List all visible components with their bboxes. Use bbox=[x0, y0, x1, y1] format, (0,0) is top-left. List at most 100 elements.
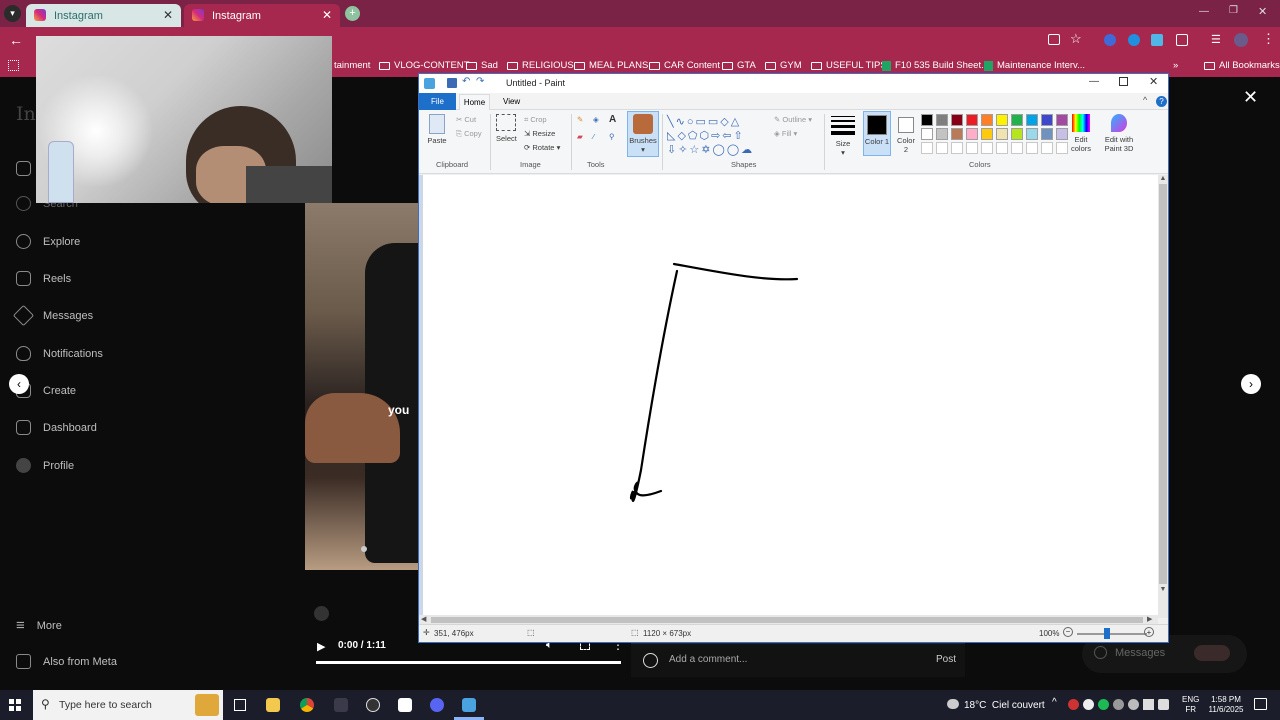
color1-button[interactable]: Color 1 bbox=[863, 111, 891, 156]
palette-swatch[interactable] bbox=[996, 128, 1008, 140]
palette-swatch[interactable] bbox=[966, 142, 978, 154]
shapes-gallery[interactable]: ╲∿○▭▭◇△ ◺◇⬠⬡⇨⇦⇧ ⇩✧☆✡◯◯☁ bbox=[667, 115, 765, 157]
magnifier-tool-icon[interactable]: ⚲ bbox=[609, 132, 615, 141]
bookmark-item[interactable]: GTA bbox=[722, 60, 756, 71]
install-app-icon[interactable] bbox=[1048, 34, 1060, 45]
play-button-icon[interactable]: ▶ bbox=[317, 640, 325, 653]
drawing-canvas[interactable] bbox=[423, 175, 1158, 618]
post-comment-button[interactable]: Post bbox=[936, 654, 956, 665]
nav-home[interactable] bbox=[16, 161, 31, 176]
app-icon[interactable] bbox=[334, 698, 348, 712]
palette-swatch[interactable] bbox=[1056, 114, 1068, 126]
palette-swatch[interactable] bbox=[1041, 142, 1053, 154]
bookmark-item[interactable]: Sad bbox=[466, 60, 498, 71]
fill-button[interactable]: ◈ Fill ▾ bbox=[774, 129, 797, 138]
nav-also-from-meta[interactable]: Also from Meta bbox=[16, 654, 117, 669]
tab-home[interactable]: Home bbox=[459, 94, 490, 110]
palette-swatch[interactable] bbox=[951, 128, 963, 140]
all-bookmarks[interactable]: All Bookmarks bbox=[1204, 60, 1280, 71]
fill-tool-icon[interactable]: ◈ bbox=[593, 115, 599, 124]
paste-button[interactable]: Paste bbox=[427, 114, 447, 158]
weather-text[interactable]: 18°C Ciel couvert bbox=[964, 700, 1045, 711]
palette-swatch[interactable] bbox=[981, 142, 993, 154]
vertical-scrollbar[interactable]: ▲ ▼ bbox=[1158, 175, 1168, 618]
bookmark-item[interactable]: MEAL PLANS bbox=[574, 60, 648, 71]
palette-swatch[interactable] bbox=[1041, 128, 1053, 140]
bookmark-item[interactable]: GYM bbox=[765, 60, 802, 71]
back-arrow-icon[interactable]: ← bbox=[9, 32, 23, 48]
close-tab-icon[interactable]: ✕ bbox=[163, 8, 173, 22]
zoom-in-icon[interactable]: + bbox=[1144, 627, 1154, 637]
tab-instagram-1[interactable]: Instagram ✕ bbox=[26, 4, 181, 27]
input-language[interactable]: ENG FR bbox=[1182, 695, 1199, 715]
rotate-button[interactable]: ⟳ Rotate ▾ bbox=[524, 143, 560, 152]
task-view-icon[interactable] bbox=[234, 699, 246, 711]
scroll-left-icon[interactable]: ◀ bbox=[421, 615, 426, 623]
resize-button[interactable]: ⇲ Resize bbox=[524, 129, 555, 138]
edit-colors-button[interactable]: Edit colors bbox=[1069, 114, 1093, 153]
bookmark-item[interactable]: tainment bbox=[334, 60, 370, 71]
palette-swatch[interactable] bbox=[921, 114, 933, 126]
palette-swatch[interactable] bbox=[1011, 128, 1023, 140]
color-picker-tool-icon[interactable]: ⁄ bbox=[593, 132, 594, 141]
tab-search-button[interactable]: ▾ bbox=[4, 5, 21, 22]
palette-swatch[interactable] bbox=[981, 114, 993, 126]
comment-input[interactable]: Add a comment... bbox=[669, 654, 747, 665]
palette-swatch[interactable] bbox=[951, 142, 963, 154]
new-tab-button[interactable]: + bbox=[345, 6, 360, 21]
palette-swatch[interactable] bbox=[936, 142, 948, 154]
profile-avatar[interactable] bbox=[1234, 33, 1248, 47]
tab-view[interactable]: View bbox=[503, 97, 520, 106]
brushes-button[interactable]: Brushes ▾ bbox=[627, 111, 659, 157]
close-post-icon[interactable]: ✕ bbox=[1243, 87, 1258, 108]
notification-center-icon[interactable] bbox=[1254, 698, 1267, 710]
discord-icon[interactable] bbox=[430, 698, 444, 712]
paint-minimize-icon[interactable]: — bbox=[1089, 76, 1099, 87]
edit-with-paint3d-button[interactable]: Edit with Paint 3D bbox=[1098, 114, 1140, 153]
crop-button[interactable]: ⌗ Crop bbox=[524, 115, 547, 125]
copy-button[interactable]: ⎘ Copy bbox=[456, 129, 482, 139]
nav-notifications[interactable]: Notifications bbox=[16, 346, 103, 361]
file-menu[interactable]: File bbox=[419, 93, 456, 110]
palette-swatch[interactable] bbox=[996, 142, 1008, 154]
zoom-slider[interactable] bbox=[1077, 633, 1147, 635]
emoji-icon[interactable] bbox=[643, 653, 658, 668]
nav-explore[interactable]: Explore bbox=[16, 234, 80, 249]
palette-swatch[interactable] bbox=[936, 114, 948, 126]
bookmark-item[interactable]: CAR Content bbox=[649, 60, 720, 71]
tray-chevron-icon[interactable]: ^ bbox=[1052, 697, 1057, 708]
palette-swatch[interactable] bbox=[936, 128, 948, 140]
palette-swatch[interactable] bbox=[1041, 114, 1053, 126]
color2-button[interactable]: Color 2 bbox=[894, 111, 918, 156]
reading-list-icon[interactable]: ☰ bbox=[1211, 33, 1221, 46]
bookmark-item[interactable]: VLOG-CONTENT bbox=[379, 60, 469, 71]
palette-swatch[interactable] bbox=[1056, 128, 1068, 140]
file-explorer-icon[interactable] bbox=[266, 698, 280, 712]
palette-swatch[interactable] bbox=[921, 142, 933, 154]
bookmark-item[interactable]: Maintenance Interv... bbox=[984, 60, 1085, 71]
scroll-right-icon[interactable]: ▶ bbox=[1147, 615, 1152, 623]
scroll-up-icon[interactable]: ▲ bbox=[1158, 175, 1168, 182]
palette-swatch[interactable] bbox=[1011, 142, 1023, 154]
minimize-window-icon[interactable]: — bbox=[1199, 6, 1209, 17]
zoom-slider-thumb[interactable] bbox=[1104, 628, 1110, 639]
nav-dashboard[interactable]: Dashboard bbox=[16, 420, 97, 435]
restore-window-icon[interactable]: ❐ bbox=[1229, 5, 1238, 16]
help-icon[interactable]: ? bbox=[1156, 96, 1167, 107]
start-button-icon[interactable] bbox=[9, 699, 21, 711]
paint-taskbar-icon[interactable] bbox=[462, 698, 476, 712]
palette-swatch[interactable] bbox=[966, 114, 978, 126]
author-avatar[interactable] bbox=[314, 606, 329, 621]
palette-swatch[interactable] bbox=[921, 128, 933, 140]
cut-button[interactable]: ✂ Cut bbox=[456, 115, 476, 124]
outline-button[interactable]: ✎ Outline ▾ bbox=[774, 115, 812, 124]
steam-icon[interactable] bbox=[366, 698, 380, 712]
palette-swatch[interactable] bbox=[1026, 114, 1038, 126]
nav-messages[interactable]: Messages bbox=[12, 304, 93, 327]
paint-maximize-icon[interactable] bbox=[1119, 77, 1128, 86]
eraser-tool-icon[interactable]: ▰ bbox=[577, 132, 583, 141]
nav-reels[interactable]: Reels bbox=[16, 271, 71, 286]
close-tab-icon[interactable]: ✕ bbox=[322, 8, 332, 22]
pencil-tool-icon[interactable]: ✎ bbox=[577, 115, 583, 124]
zoom-out-icon[interactable]: − bbox=[1063, 627, 1073, 637]
